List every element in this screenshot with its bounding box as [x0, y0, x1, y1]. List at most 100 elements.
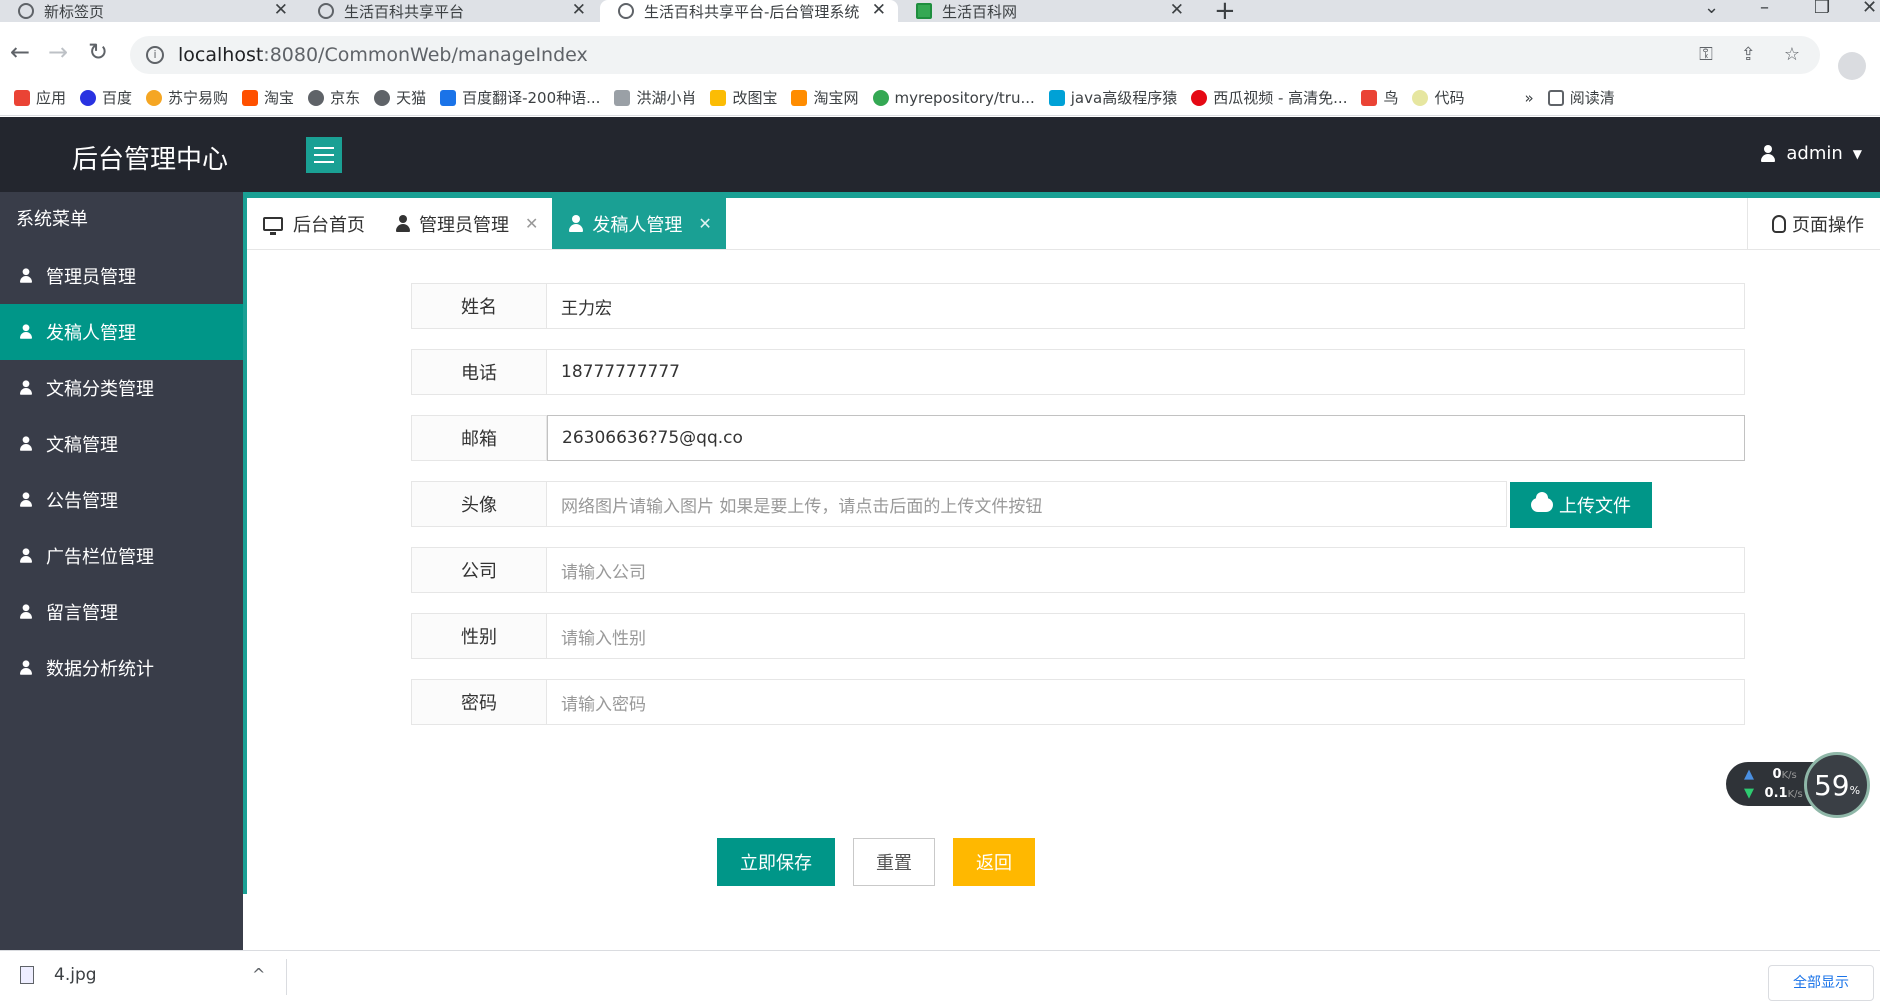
- tab-home[interactable]: 后台首页: [247, 198, 379, 249]
- sidebar-item-label: 管理员管理: [46, 267, 136, 288]
- password-input[interactable]: 请输入密码: [547, 679, 1745, 725]
- phone-label: 电话: [411, 349, 547, 395]
- address-toolbar: ← → ↻ i localhost :8080/CommonWeb/manage…: [0, 22, 1880, 84]
- share-icon[interactable]: ⇪: [1741, 44, 1756, 65]
- network-speed-widget[interactable]: ▲ 0K/s ▼ 0.1K/s 59%: [1726, 752, 1876, 818]
- tab-label: 管理员管理: [419, 214, 509, 236]
- reload-icon[interactable]: ↻: [88, 38, 108, 66]
- forward-arrow-icon[interactable]: →: [48, 38, 68, 66]
- close-window-icon[interactable]: ✕: [1862, 0, 1877, 18]
- download-speed-unit: K/s: [1787, 789, 1803, 800]
- bookmark-label: 西瓜视频 - 高清免...: [1213, 89, 1348, 107]
- hamburger-icon-bar: [314, 161, 334, 163]
- browser-tab-title: 生活百科网: [942, 2, 1018, 21]
- bookmark[interactable]: 百度: [80, 87, 132, 108]
- profile-avatar[interactable]: [1838, 52, 1866, 80]
- info-icon[interactable]: i: [146, 46, 164, 64]
- sidebar-item-notice-management[interactable]: 公告管理: [0, 472, 243, 528]
- page-operations-button[interactable]: 页面操作: [1747, 198, 1880, 250]
- bookmark[interactable]: 京东: [308, 87, 360, 108]
- name-input[interactable]: 王力宏: [547, 283, 1745, 329]
- user-icon: [1760, 144, 1776, 163]
- upload-speed: ▲ 0K/s: [1744, 767, 1797, 782]
- bookmark-apps[interactable]: 应用: [14, 87, 66, 108]
- bookmark[interactable]: 改图宝: [710, 87, 777, 108]
- browser-tab-bar: 新标签页 ✕ 生活百科共享平台 ✕ 生活百科共享平台-后台管理系统 ✕ 生活百科…: [0, 0, 1880, 26]
- bookmark[interactable]: 洪湖小肖: [614, 87, 696, 108]
- bookmark[interactable]: 西瓜视频 - 高清免...: [1191, 87, 1347, 108]
- globe-icon: [318, 3, 334, 19]
- back-arrow-icon[interactable]: ←: [10, 38, 30, 66]
- tab-author-management[interactable]: 发稿人管理 ✕: [552, 198, 726, 249]
- close-icon[interactable]: ✕: [274, 0, 288, 20]
- upload-file-button[interactable]: 上传文件: [1510, 482, 1652, 528]
- reading-list-icon: [1547, 89, 1564, 106]
- bookmark[interactable]: 百度翻译-200种语...: [440, 87, 600, 108]
- xigua-icon: [1191, 89, 1208, 106]
- tab-admin-management[interactable]: 管理员管理 ✕: [379, 198, 552, 249]
- taobao-icon: [242, 89, 259, 106]
- sidebar-item-statistics[interactable]: 数据分析统计: [0, 640, 243, 696]
- browser-tab[interactable]: 生活百科共享平台 ✕: [300, 0, 598, 22]
- upload-speed-value: 0: [1772, 767, 1782, 782]
- phone-input[interactable]: 18777777777: [547, 349, 1745, 395]
- bookmark[interactable]: myrepository/tru...: [872, 89, 1035, 107]
- close-icon[interactable]: ✕: [525, 214, 538, 233]
- sidebar-item-ad-management[interactable]: 广告栏位管理: [0, 528, 243, 584]
- bookmarks-overflow-icon[interactable]: »: [1525, 89, 1534, 107]
- reset-button[interactable]: 重置: [853, 838, 935, 886]
- sidebar-item-admin-management[interactable]: 管理员管理: [0, 248, 243, 304]
- bookmark[interactable]: 淘宝: [242, 87, 294, 108]
- sidebar-item-label: 文稿分类管理: [46, 379, 154, 400]
- key-icon[interactable]: ⚿: [1699, 44, 1713, 65]
- sidebar-item-message-management[interactable]: 留言管理: [0, 584, 243, 640]
- user-name: admin: [1786, 143, 1843, 164]
- bookmark[interactable]: 代码: [1412, 87, 1465, 108]
- sidebar-item-article-management[interactable]: 文稿管理: [0, 416, 243, 472]
- email-input[interactable]: 26306636?75@qq.co: [547, 415, 1745, 461]
- bookmark[interactable]: 鸟: [1361, 87, 1398, 108]
- menu-toggle-button[interactable]: [306, 137, 342, 173]
- reading-list[interactable]: 阅读清: [1547, 87, 1615, 108]
- sidebar-item-category-management[interactable]: 文稿分类管理: [0, 360, 243, 416]
- browser-tab-active[interactable]: 生活百科共享平台-后台管理系统 ✕: [600, 0, 898, 22]
- save-button[interactable]: 立即保存: [717, 838, 835, 886]
- url-bar[interactable]: i localhost :8080/CommonWeb/manageIndex: [130, 36, 1820, 74]
- bookmark[interactable]: java高级程序猿: [1048, 87, 1177, 108]
- chevron-up-icon[interactable]: ^: [252, 965, 265, 984]
- bookmark-label: 淘宝: [264, 89, 295, 107]
- bookmark[interactable]: 淘宝网: [791, 87, 859, 108]
- close-icon[interactable]: ✕: [698, 214, 711, 233]
- tab-search-icon[interactable]: ⌄: [1704, 0, 1719, 18]
- gender-input[interactable]: 请输入性别: [547, 613, 1745, 659]
- download-item[interactable]: 4.jpg: [20, 965, 97, 985]
- user-menu[interactable]: admin ▼: [1760, 143, 1862, 164]
- sidebar-item-author-management[interactable]: 发稿人管理: [0, 304, 243, 360]
- show-all-downloads-button[interactable]: 全部显示: [1768, 965, 1874, 1001]
- bookmark[interactable]: 天猫: [374, 87, 426, 108]
- cloud-upload-icon: [1531, 492, 1553, 512]
- close-icon[interactable]: ✕: [1170, 0, 1184, 20]
- company-label: 公司: [411, 547, 547, 593]
- bird-icon: [614, 89, 631, 106]
- gender-label: 性别: [411, 613, 547, 659]
- avatar-input[interactable]: 网络图片请输入图片 如果是要上传，请点击后面的上传文件按钮: [547, 481, 1507, 527]
- bookmark-label: 天猫: [396, 89, 427, 107]
- browser-tab[interactable]: 新标签页 ✕: [0, 0, 300, 22]
- user-icon: [19, 492, 33, 507]
- browser-tab[interactable]: 生活百科网 ✕: [898, 0, 1196, 22]
- company-input[interactable]: 请输入公司: [547, 547, 1745, 593]
- download-speed: ▼ 0.1K/s: [1744, 786, 1803, 801]
- star-icon[interactable]: ☆: [1784, 44, 1800, 65]
- minimize-icon[interactable]: –: [1760, 0, 1769, 18]
- close-icon[interactable]: ✕: [872, 0, 886, 20]
- admin-header: 后台管理中心 admin ▼: [0, 117, 1880, 192]
- restore-icon[interactable]: ❐: [1814, 0, 1830, 18]
- bookmark-label: 淘宝网: [813, 89, 859, 107]
- bookmark[interactable]: 苏宁易购: [146, 87, 228, 108]
- bookmark-label: 洪湖小肖: [636, 89, 697, 107]
- close-icon[interactable]: ✕: [572, 0, 586, 20]
- back-button[interactable]: 返回: [953, 838, 1035, 886]
- code-icon: [1412, 89, 1429, 106]
- bookmark-label: 百度: [102, 89, 133, 107]
